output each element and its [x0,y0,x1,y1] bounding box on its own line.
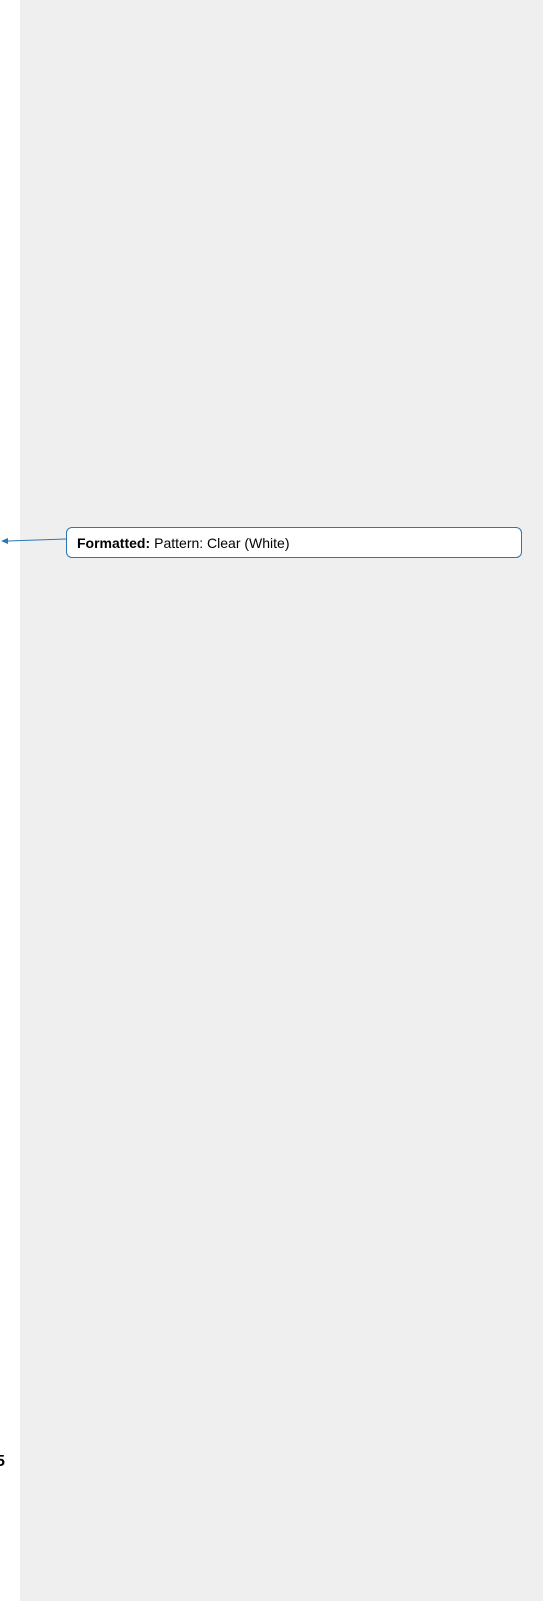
balloon-label: Formatted: [77,534,151,551]
markup-pane [20,0,543,1601]
balloon-text: Pattern: Clear (White) [154,534,290,551]
formatting-balloon[interactable]: Formatted: Pattern: Clear (White) [66,527,522,558]
page-number-fragment: 5 [0,1453,5,1470]
document-page-edge [0,0,20,1601]
